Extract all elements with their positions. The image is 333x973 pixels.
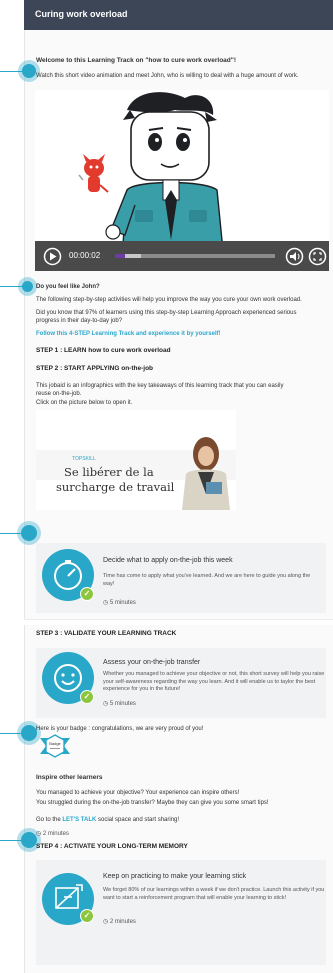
duration-label: 2 minutes <box>42 831 69 837</box>
activity1-title: Decide what to apply on-the-job this wee… <box>103 557 233 564</box>
duration-label: 5 minutes <box>109 701 136 707</box>
badge-label: Badge <box>49 741 61 746</box>
timeline-dot <box>22 64 36 78</box>
activity1-duration: ◷ 5 minutes <box>103 599 136 606</box>
activity2-title: Assess your on-the-job transfer <box>103 659 201 666</box>
activity3-desc: We forget 80% of our learnings within a … <box>103 887 325 901</box>
step2-heading: STEP 2 : START APPLYING on-the-job <box>36 365 154 372</box>
inspire-line-1: You managed to achieve your objective? Y… <box>36 790 240 796</box>
watch-text: Watch this short video animation and mee… <box>36 73 299 79</box>
badge-icon: Badge <box>38 734 72 758</box>
follow-link[interactable]: Follow this 4-STEP Learning Track and ex… <box>36 330 326 338</box>
devil-illustration <box>78 154 109 193</box>
activity1-desc: Time has come to apply what you've learn… <box>103 573 311 587</box>
infographic-title-2: surcharge de travail <box>56 480 175 494</box>
section-separator <box>24 619 333 625</box>
step1-heading: STEP 1 : LEARN how to cure work overload <box>36 347 171 354</box>
duration-label: 5 minutes <box>109 600 136 606</box>
activity2-desc: Whether you managed to achieve your obje… <box>103 671 325 692</box>
timeline-dot <box>22 281 33 292</box>
clock-icon: ◷ <box>103 600 110 606</box>
timeline-dot <box>21 725 37 741</box>
video-progress <box>115 254 125 258</box>
inspire-line-2: You struggled during the on-the-job tran… <box>36 800 269 806</box>
activity3-duration: ◷ 2 minutes <box>103 918 136 925</box>
body-paragraph-2: Did you know that 97% of learners using … <box>36 310 297 324</box>
infographic-title-1: Se libérer de la <box>64 465 154 479</box>
duration-label: 2 minutes <box>109 919 136 925</box>
video-controls-bar: 00:00:02 <box>35 241 329 271</box>
volume-icon[interactable] <box>285 247 304 266</box>
lets-talk-link[interactable]: LET'S TALK <box>62 817 96 823</box>
infographic-brand: TOPSKILL <box>72 456 96 462</box>
badge-text: Here is your badge : congratulations, we… <box>36 726 204 732</box>
timeline-dot <box>21 525 37 541</box>
woman-photo <box>182 437 230 510</box>
clock-icon: ◷ <box>36 831 43 837</box>
fullscreen-icon[interactable] <box>308 247 327 266</box>
timeline-connector <box>0 286 24 287</box>
question-heading: Do you feel like John? <box>36 284 100 290</box>
play-icon[interactable] <box>43 247 62 266</box>
timeline-dot <box>21 832 37 848</box>
step4-heading: STEP 4 : ACTIVATE YOUR LONG-TERM MEMORY <box>36 843 188 850</box>
track-title: Curing work overload <box>35 9 128 19</box>
inspire-title: Inspire other learners <box>36 774 103 781</box>
clock-icon: ◷ <box>103 919 110 925</box>
clock-icon: ◷ <box>103 701 110 707</box>
completed-check-icon: ✓ <box>80 587 94 601</box>
step3-heading: STEP 3 : VALIDATE YOUR LEARNING TRACK <box>36 630 177 637</box>
activity3-title: Keep on practicing to make your learning… <box>103 873 247 880</box>
welcome-heading: Welcome to this Learning Track on "how t… <box>36 57 236 64</box>
inspire-duration: ◷ 2 minutes <box>36 830 326 838</box>
video-time: 00:00:02 <box>69 251 101 260</box>
inspire-line-3: Go to the LET'S TALK social space and st… <box>36 816 326 824</box>
jobaid-text: This jobaid is an infographics with the … <box>36 383 284 397</box>
track-header: Curing work overload <box>24 0 333 30</box>
inspire-pre: Go to the <box>36 817 63 823</box>
infographic-thumbnail[interactable]: TOPSKILL Se libérer de la surcharge de t… <box>36 410 236 510</box>
completed-check-icon: ✓ <box>80 690 94 704</box>
activity2-duration: ◷ 5 minutes <box>103 700 136 707</box>
body-paragraph-1: The following step-by-step activities wi… <box>36 297 302 303</box>
completed-check-icon: ✓ <box>80 909 94 923</box>
video-seek-bar[interactable] <box>115 254 275 258</box>
inspire-post: social space and start sharing! <box>96 817 180 823</box>
jobaid-click-text: Click on the picture below to open it. <box>36 400 133 406</box>
